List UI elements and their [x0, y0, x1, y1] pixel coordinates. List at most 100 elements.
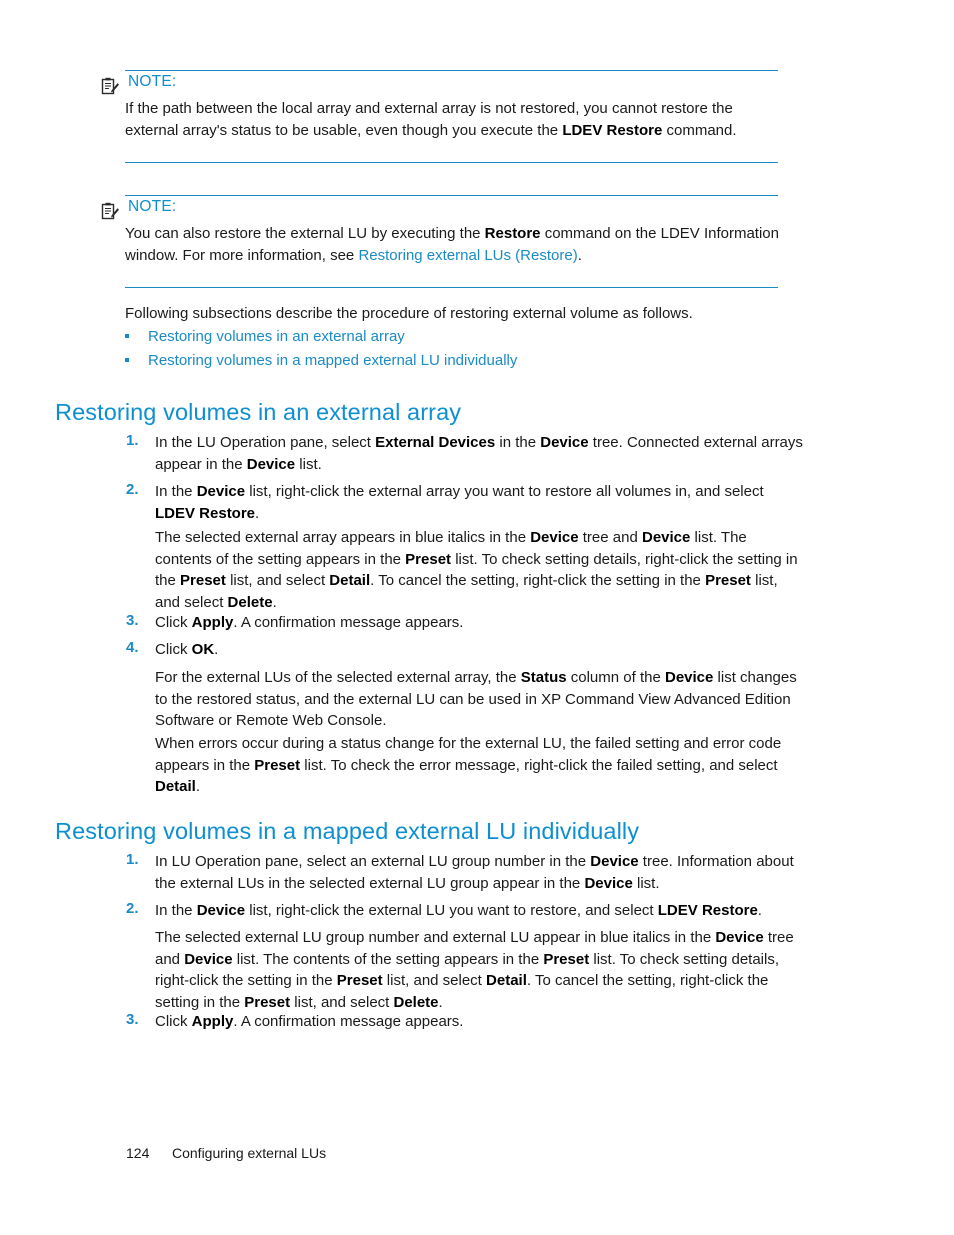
step-text-bold: Device — [664, 669, 714, 686]
step-body-continuation: The selected external array appears in b… — [155, 527, 803, 613]
note-body: If the path between the local array and … — [125, 98, 780, 141]
step-number: 4. — [126, 639, 139, 656]
step-text-run: list. — [295, 455, 322, 473]
note-label: NOTE: — [128, 198, 177, 215]
note-text-bold: LDEV Restore — [562, 121, 663, 139]
footer-page-number: 124 — [126, 1145, 150, 1161]
step-text-run: . — [757, 902, 762, 919]
step-text-run: Click — [155, 641, 192, 658]
step-text-bold: Device — [184, 950, 233, 968]
step-text-run: . A confirmation message appears. — [233, 614, 464, 631]
note-bottom-rule — [125, 287, 778, 288]
bullet-dot-icon — [125, 334, 129, 338]
step-text-bold: Preset — [405, 550, 452, 568]
step-text-bold: Preset — [254, 756, 301, 774]
step-text-bold: OK — [191, 641, 215, 658]
step-text-bold: LDEV Restore — [155, 504, 256, 522]
step-body-continuation: For the external LUs of the selected ext… — [155, 667, 803, 732]
step-number: 2. — [126, 481, 139, 498]
step-body: In the LU Operation pane, select Externa… — [155, 432, 803, 475]
step-text-run: The selected external LU group number an… — [155, 929, 716, 946]
intro-paragraph: Following subsections describe the proce… — [125, 305, 693, 322]
step-body: In the Device list, right-click the exte… — [155, 481, 803, 524]
step-text-run: list. — [632, 874, 660, 892]
list-item[interactable]: Restoring volumes in a mapped external L… — [125, 350, 805, 374]
list-item[interactable]: Restoring volumes in an external array — [125, 326, 805, 350]
step-text-run: list. To check the error message, right-… — [300, 756, 778, 774]
note-clipboard-icon — [101, 77, 119, 96]
step-text-run: . — [255, 504, 260, 522]
step-text-bold: Preset — [705, 572, 751, 589]
step-text-bold: Detail — [486, 972, 527, 989]
step-body: In the Device list, right-click the exte… — [155, 900, 803, 922]
step-text-run: . To cancel the setting, right-click the… — [370, 572, 706, 589]
step-text-run: The selected external array appears in b… — [155, 529, 531, 546]
step-text-run: Click — [155, 614, 192, 631]
step-number: 1. — [126, 432, 139, 449]
document-page: NOTE: If the path between the local arra… — [0, 0, 954, 1235]
step-text-run: . — [438, 993, 443, 1011]
step-text-run: . — [195, 778, 201, 795]
page-footer: 124 Configuring external LUs — [126, 1145, 326, 1161]
step-text-run: list. The contents of the setting appear… — [232, 950, 544, 968]
step-text-run: column of the — [566, 669, 665, 686]
step-text-bold: LDEV Restore — [657, 902, 758, 919]
step-text-run: list, right-click the external array you… — [245, 483, 764, 500]
step-text-bold: Device — [641, 529, 691, 546]
note-top-rule — [125, 195, 778, 196]
step-text-run: In the — [155, 902, 197, 919]
step-text-bold: Preset — [336, 972, 383, 989]
step-text-run: list, and select — [225, 572, 330, 589]
step-text-bold: Status — [520, 669, 567, 686]
step-text-bold: Device — [590, 853, 639, 870]
note-label: NOTE: — [128, 73, 177, 90]
step-text-bold: Detail — [155, 778, 196, 795]
step-text-bold: Device — [584, 874, 633, 892]
note-body: You can also restore the external LU by … — [125, 223, 780, 266]
note-clipboard-icon — [101, 202, 119, 221]
section-heading-1: Restoring volumes in an external array — [55, 399, 462, 425]
step-text-bold: Delete — [393, 993, 439, 1011]
step-text-run: . — [214, 641, 219, 658]
step-text-run: list, and select — [382, 972, 487, 989]
step-text-run: In LU Operation pane, select an external… — [155, 853, 591, 870]
step-text-run: For the external LUs of the selected ext… — [155, 669, 521, 686]
step-text-run: list, and select — [290, 993, 394, 1011]
note-text-bold: Restore — [484, 225, 541, 242]
step-number: 3. — [126, 1011, 139, 1028]
step-body: Click OK. — [155, 639, 803, 661]
step-number: 3. — [126, 612, 139, 629]
step-text-bold: Device — [246, 455, 296, 473]
note-bottom-rule — [125, 162, 778, 163]
step-text-run: list, right-click the external LU you wa… — [245, 902, 658, 919]
step-body-continuation: When errors occur during a status change… — [155, 733, 803, 798]
step-text-run: In the — [155, 483, 197, 500]
note-block-2: NOTE: You can also restore the external … — [101, 195, 801, 291]
note-top-rule — [125, 70, 778, 71]
step-text-run: in the — [495, 434, 541, 451]
step-text-bold: Detail — [329, 572, 371, 589]
step-text-bold: Device — [196, 483, 246, 500]
step-text-run: tree and — [578, 529, 642, 546]
step-text-bold: Delete — [227, 593, 273, 611]
step-body-continuation: The selected external LU group number an… — [155, 927, 803, 1013]
note-text-run: command. — [662, 121, 737, 139]
note-text-run: . — [577, 246, 582, 264]
step-number: 2. — [126, 900, 139, 917]
bullet-link-label[interactable]: Restoring volumes in a mapped external L… — [148, 350, 517, 372]
step-text-bold: Device — [196, 902, 246, 919]
step-text-run: . A confirmation message appears. — [233, 1013, 464, 1030]
step-text-bold: Device — [540, 434, 589, 451]
step-text-run: Click — [155, 1013, 192, 1030]
step-text-bold: Device — [715, 929, 764, 946]
cross-reference-link[interactable]: Restoring external LUs (Restore) — [358, 247, 577, 264]
step-text-bold: Device — [530, 529, 579, 546]
bullet-link-label[interactable]: Restoring volumes in an external array — [148, 326, 405, 348]
step-text-run: . — [272, 593, 277, 611]
step-text-bold: Apply — [191, 614, 234, 631]
step-text-bold: External Devices — [375, 434, 496, 451]
note-block-1: NOTE: If the path between the local arra… — [101, 70, 801, 166]
step-body: Click Apply. A confirmation message appe… — [155, 1011, 803, 1033]
step-text-bold: Preset — [180, 572, 226, 589]
step-text-bold: Apply — [191, 1013, 234, 1030]
